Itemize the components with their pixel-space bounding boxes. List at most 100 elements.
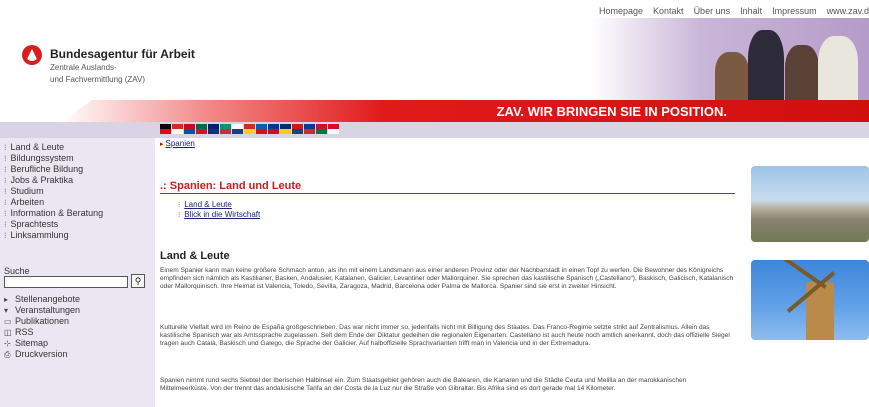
sidebar-nav: ⁝ Land & Leute ⁝ Bildungssystem ⁝ Beruflich…: [4, 142, 103, 241]
sidebar-item-label: Studium: [10, 186, 44, 196]
sidebar-item-label: Information & Beratung: [10, 208, 104, 218]
palace-image: [751, 166, 869, 242]
topnav-kontakt[interactable]: Kontakt: [653, 6, 684, 16]
sidebar-item-jobs-praktika[interactable]: ⁝ Jobs & Praktika: [4, 175, 103, 186]
bullet-icon: ⁝: [178, 212, 181, 219]
person-figure: [748, 30, 784, 100]
breadcrumb-link-spanien[interactable]: Spanien: [166, 139, 195, 148]
country-flags: [160, 124, 340, 134]
tool-sitemap[interactable]: ⊹ Sitemap: [4, 338, 80, 349]
bullet-icon: ⁝: [4, 154, 7, 163]
sidebar-item-bildungssystem[interactable]: ⁝ Bildungssystem: [4, 153, 103, 164]
breadcrumb: ▸ Spanien: [160, 139, 195, 148]
search-label: Suche: [4, 266, 30, 276]
sidebar-item-land-leute[interactable]: ⁝ Land & Leute: [4, 142, 103, 153]
section-links: ⁝ Land & Leute ⁝ Blick in die Wirtschaft: [178, 200, 260, 220]
bullet-icon: ⁝: [4, 209, 7, 218]
slogan-banner: ZAV. WIR BRINGEN SIE IN POSITION.: [60, 100, 869, 122]
title-dots-icon: .:: [160, 180, 170, 192]
print-icon: ⎙: [4, 350, 11, 359]
tool-druckversion[interactable]: ⎙ Druckversion: [4, 349, 80, 360]
tool-label: Sitemap: [15, 338, 49, 348]
search-button[interactable]: ⚲: [131, 274, 145, 288]
sidebar-item-label: Land & Leute: [10, 142, 65, 152]
section-link-text[interactable]: Blick in die Wirtschaft: [184, 210, 260, 219]
sidebar-item-label: Arbeiten: [10, 197, 45, 207]
rss-icon: ◫: [4, 328, 12, 337]
flag-icon[interactable]: [160, 124, 171, 134]
section-link-land-leute[interactable]: ⁝ Land & Leute: [178, 200, 260, 210]
tool-label: RSS: [15, 327, 34, 337]
flag-icon[interactable]: [316, 124, 327, 134]
flag-icon[interactable]: [328, 124, 339, 134]
topnav-impressum[interactable]: Impressum: [772, 6, 817, 16]
section-link-text[interactable]: Land & Leute: [184, 200, 232, 209]
bullet-icon: ⁝: [4, 165, 7, 174]
brand-sub-1: Zentrale Auslands-: [50, 63, 117, 72]
topnav-url[interactable]: www.zav.d: [827, 6, 869, 16]
flag-icon[interactable]: [208, 124, 219, 134]
page-title-text: Spanien: Land und Leute: [169, 180, 302, 192]
flag-icon[interactable]: [220, 124, 231, 134]
sidebar-item-label: Berufliche Bildung: [10, 164, 84, 174]
topnav-inhalt[interactable]: Inhalt: [740, 6, 762, 16]
windmill-image: [751, 260, 869, 340]
ba-logo-icon: [22, 45, 42, 65]
title-divider: [160, 193, 735, 194]
arrow-right-icon: ▸: [4, 295, 9, 304]
page-title: .: Spanien: Land und Leute: [160, 180, 301, 192]
flag-icon[interactable]: [172, 124, 183, 134]
flag-icon[interactable]: [304, 124, 315, 134]
brand-name: Bundesagentur für Arbeit: [50, 47, 195, 61]
sitemap-icon: ⊹: [4, 339, 11, 348]
flag-icon[interactable]: [184, 124, 195, 134]
topnav-homepage[interactable]: Homepage: [599, 6, 643, 16]
brand-sub-2: und Fachvermittlung (ZAV): [50, 75, 145, 84]
sidebar-item-berufliche-bildung[interactable]: ⁝ Berufliche Bildung: [4, 164, 103, 175]
breadcrumb-arrow-icon: ▸: [160, 141, 164, 148]
paragraph-3: Spanien nimmt rund sechs Siebtel der Ibe…: [160, 377, 687, 392]
sidebar-item-information-beratung[interactable]: ⁝ Information & Beratung: [4, 208, 103, 219]
content-heading: Land & Leute: [160, 250, 230, 262]
sidebar-item-studium[interactable]: ⁝ Studium: [4, 186, 103, 197]
tool-veranstaltungen[interactable]: ▾ Veranstaltungen: [4, 305, 80, 316]
topnav-ueber-uns[interactable]: Über uns: [694, 6, 731, 16]
top-navigation: Homepage Kontakt Über uns Inhalt Impressum ww…: [589, 6, 869, 16]
sidebar-item-label: Sprachtests: [10, 219, 59, 229]
tool-stellenangebote[interactable]: ▸ Stellenangebote: [4, 294, 80, 305]
sidebar-item-linksammlung[interactable]: ⁝ Linksammlung: [4, 230, 103, 241]
flag-icon[interactable]: [232, 124, 243, 134]
tool-rss[interactable]: ◫ RSS: [4, 327, 80, 338]
bullet-icon: ⁝: [4, 231, 7, 240]
slogan-text: ZAV. WIR BRINGEN SIE IN POSITION.: [496, 104, 727, 119]
sidebar-item-sprachtests[interactable]: ⁝ Sprachtests: [4, 219, 103, 230]
tool-publikationen[interactable]: ▭ Publikationen: [4, 316, 80, 327]
flag-icon[interactable]: [268, 124, 279, 134]
person-figure: [785, 45, 819, 100]
paragraph-2: Kulturelle Vielfalt wird im Reino de Esp…: [160, 324, 730, 347]
flag-icon[interactable]: [292, 124, 303, 134]
flag-icon[interactable]: [196, 124, 207, 134]
bullet-icon: ⁝: [4, 176, 7, 185]
magnifier-icon: ⚲: [134, 276, 142, 286]
flag-icon[interactable]: [256, 124, 267, 134]
tool-label: Stellenangebote: [15, 294, 81, 304]
section-link-wirtschaft[interactable]: ⁝ Blick in die Wirtschaft: [178, 210, 260, 220]
bullet-icon: ⁝: [4, 220, 7, 229]
person-figure: [818, 36, 858, 100]
bullet-icon: ⁝: [178, 202, 181, 209]
left-sidebar: ⁝ Land & Leute ⁝ Bildungssystem ⁝ Beruflich…: [0, 138, 155, 407]
flag-icon[interactable]: [280, 124, 291, 134]
bullet-icon: ⁝: [4, 187, 7, 196]
sidebar-item-label: Jobs & Praktika: [10, 175, 74, 185]
bullet-icon: ⁝: [4, 143, 7, 152]
bullet-icon: ⁝: [4, 198, 7, 207]
tool-label: Veranstaltungen: [15, 305, 81, 315]
main-content: ▸ Spanien .: Spanien: Land und Leute ⁝ Lan…: [160, 138, 735, 407]
document-icon: ▭: [4, 317, 12, 326]
flag-band: [0, 122, 869, 138]
search-input[interactable]: [4, 276, 128, 288]
flag-icon[interactable]: [244, 124, 255, 134]
tools-list: ▸ Stellenangebote ▾ Veranstaltungen ▭ Publi…: [4, 294, 80, 360]
sidebar-item-arbeiten[interactable]: ⁝ Arbeiten: [4, 197, 103, 208]
